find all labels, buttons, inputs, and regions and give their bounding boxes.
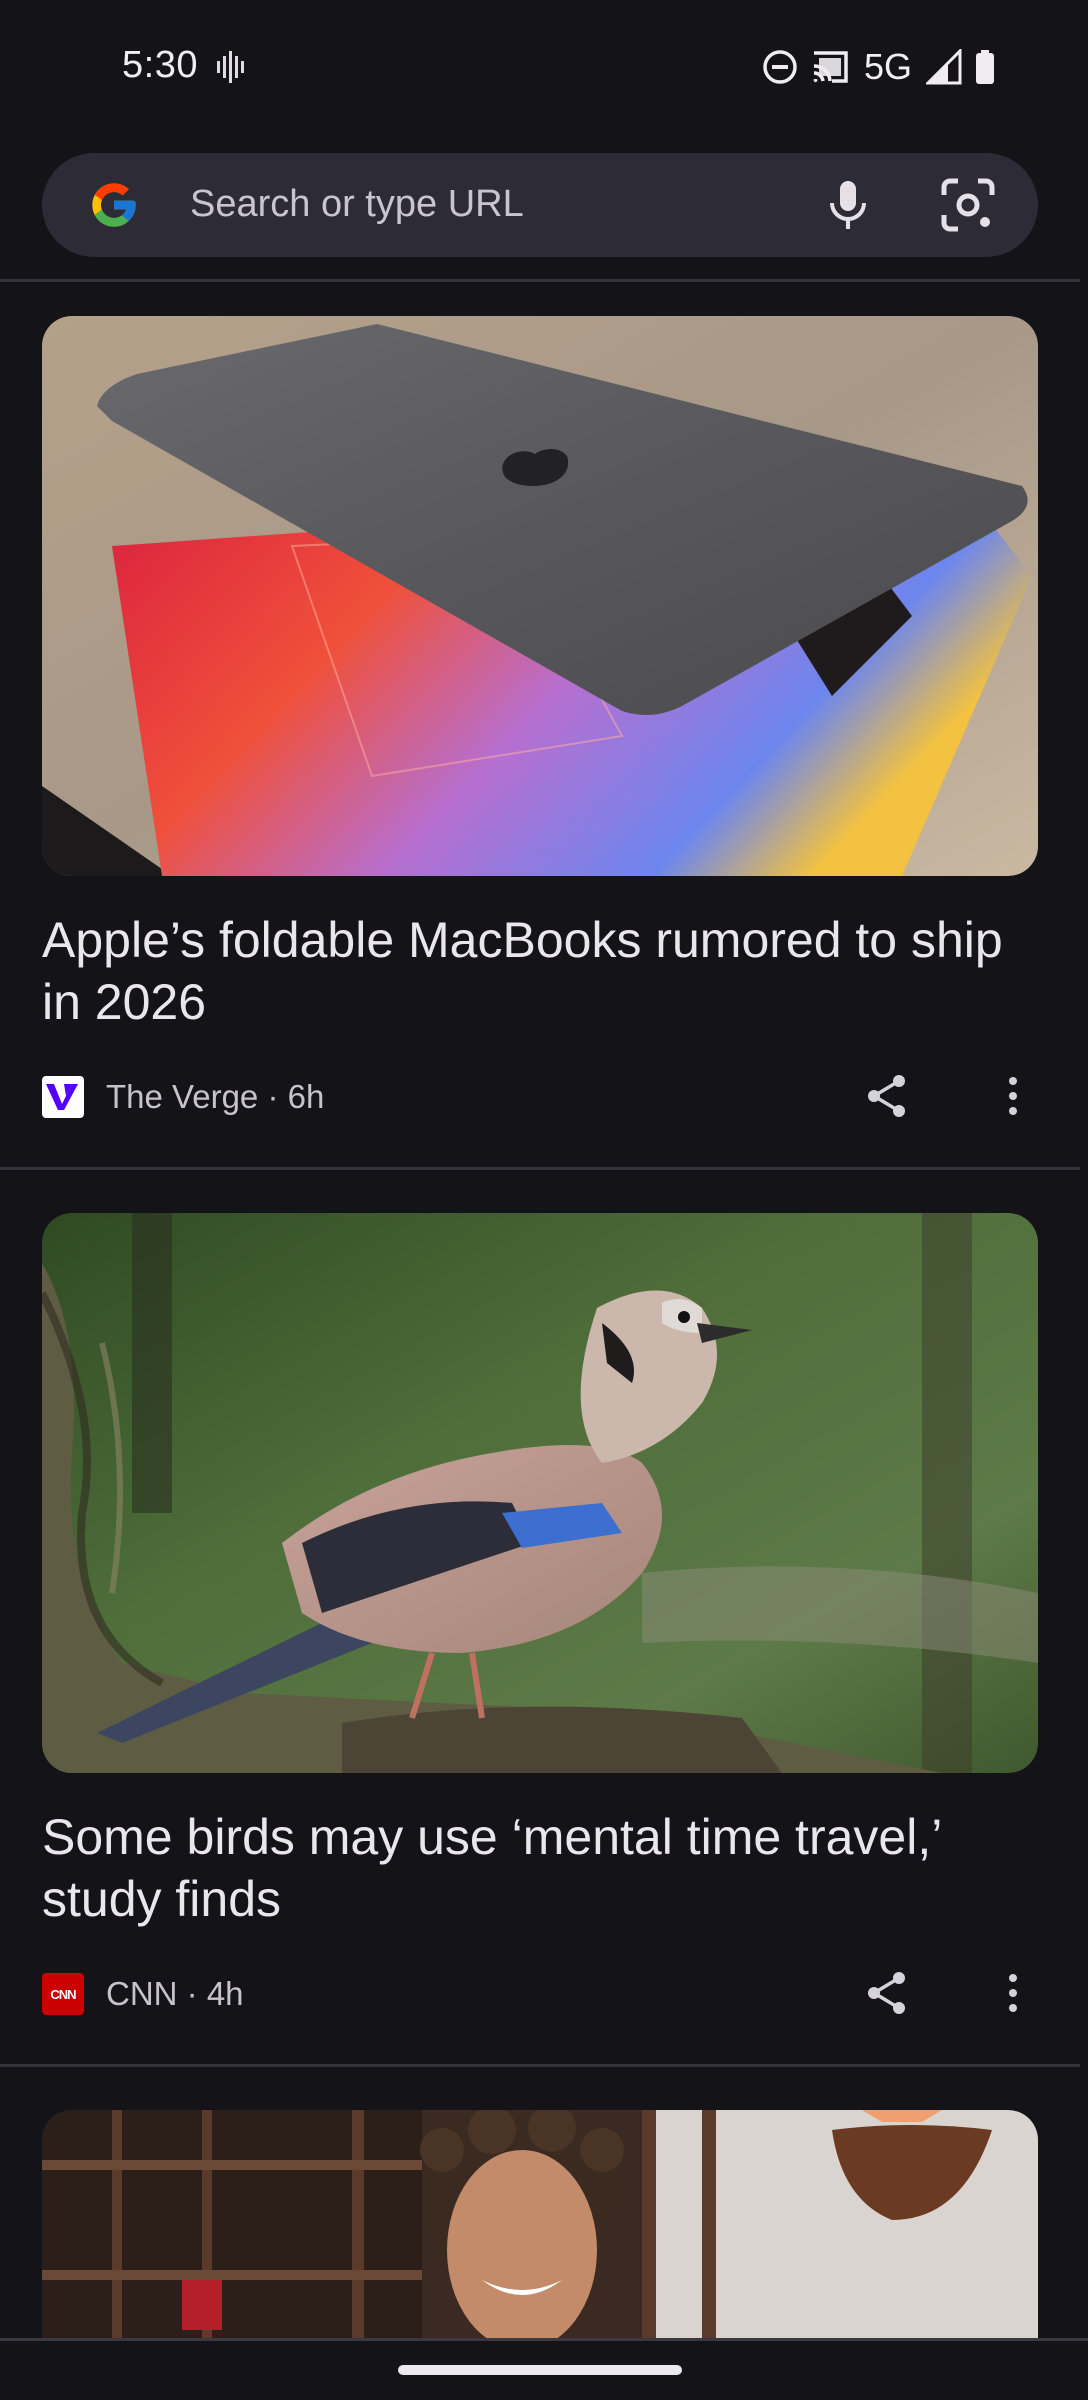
article-image-bird[interactable] [42, 1213, 1038, 1773]
article-title[interactable]: Apple’s foldable MacBooks rumored to shi… [42, 909, 1032, 1033]
cast-icon [813, 51, 848, 83]
network-type: 5G [863, 46, 912, 87]
more-options-icon[interactable] [996, 1968, 1030, 2018]
battery-icon [976, 50, 994, 84]
share-icon[interactable] [862, 1071, 912, 1121]
search-input[interactable]: Search or type URL [190, 183, 524, 226]
divider [0, 2064, 1080, 2067]
do-not-disturb-icon [763, 50, 797, 84]
microphone-icon[interactable] [816, 173, 880, 237]
home-gesture-handle[interactable] [398, 2365, 682, 2375]
divider [0, 279, 1080, 282]
article-source: CNN CNN · 4h [42, 1972, 244, 2016]
more-options-icon[interactable] [996, 1071, 1030, 1121]
article-image-woman[interactable] [42, 2110, 1038, 2350]
article-title[interactable]: Some birds may use ‘mental time travel,’… [42, 1806, 1032, 1930]
article-byline: The Verge · 6h [106, 1078, 325, 1115]
the-verge-logo-icon [42, 1076, 84, 1118]
lens-icon[interactable] [938, 175, 998, 235]
vibrate-icon [217, 51, 244, 83]
article-image-macbook[interactable] [42, 316, 1038, 876]
share-icon[interactable] [862, 1968, 912, 2018]
article-source: The Verge · 6h [42, 1075, 324, 1119]
search-bar[interactable]: Search or type URL [42, 153, 1038, 257]
google-logo-icon [92, 183, 136, 227]
signal-icon [926, 49, 962, 85]
divider [0, 1167, 1080, 1170]
status-time: 5:30 [122, 44, 198, 86]
status-bar: 5:30 5G [0, 0, 1088, 135]
cnn-logo-icon: CNN [42, 1973, 84, 2015]
article-byline: CNN · 4h [106, 1975, 244, 2012]
